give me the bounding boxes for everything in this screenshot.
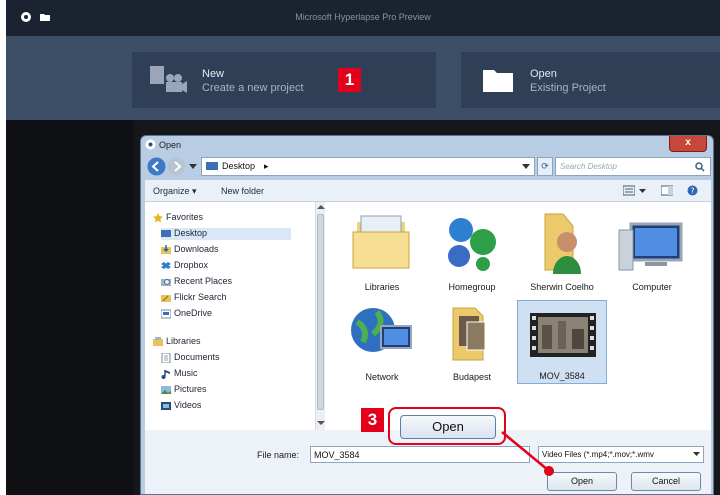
desktop-icon	[161, 230, 171, 237]
new-tile-subtitle: Create a new project	[202, 82, 304, 94]
app-left-panel	[6, 120, 134, 495]
file-name-label: File name:	[257, 450, 300, 460]
computer-icon	[618, 222, 683, 271]
open-tile-title: Open	[530, 68, 557, 80]
dialog-title: Open	[159, 140, 182, 150]
music-icon	[161, 370, 170, 379]
close-button[interactable]: x	[669, 136, 707, 152]
sidebar-item-label: Desktop	[174, 228, 208, 238]
downloads-icon	[161, 245, 171, 254]
onedrive-icon	[161, 309, 171, 319]
photo-folder-icon	[452, 307, 486, 361]
app-header: New Create a new project 1 Open Existing…	[6, 36, 720, 120]
preview-pane-icon[interactable]	[661, 185, 673, 196]
list-item-network[interactable]: Network	[337, 300, 427, 384]
step-badge-1: 1	[338, 68, 361, 92]
scroll-thumb[interactable]	[317, 214, 324, 410]
command-bar: Organize ▾ New folder ?	[145, 180, 711, 202]
videos-icon	[161, 402, 171, 410]
item-label: Budapest	[452, 372, 492, 382]
sidebar-item-label: Pictures	[174, 384, 207, 394]
pictures-icon	[161, 386, 171, 394]
cancel-button[interactable]: Cancel	[631, 472, 701, 491]
libraries-icon	[153, 337, 163, 346]
sidebar-item-label: Dropbox	[174, 260, 209, 270]
folder-open-icon	[483, 70, 513, 92]
dialog-app-icon	[145, 139, 156, 150]
view-dropdown-icon[interactable]	[639, 189, 646, 194]
search-placeholder: Search Desktop	[560, 162, 617, 171]
address-row: Desktop ▸ ⟳ Search Desktop	[145, 156, 711, 178]
item-label: Computer	[632, 282, 672, 292]
sidebar-item-label: Flickr Search	[174, 292, 227, 302]
recent-pages-icon[interactable]	[188, 163, 198, 171]
list-item-budapest[interactable]: Budapest	[427, 300, 517, 384]
flickr-folder-icon	[161, 295, 171, 302]
callout-pointer	[501, 431, 554, 476]
sidebar-item-desktop[interactable]: Desktop	[161, 228, 291, 240]
nav-favorites-label: Favorites	[166, 212, 204, 222]
documents-icon	[161, 353, 171, 363]
forward-icon[interactable]	[167, 157, 186, 176]
user-folder-icon	[544, 213, 581, 274]
app-titlebar: Microsoft Hyperlapse Pro Preview	[6, 0, 720, 36]
item-label: Libraries	[364, 282, 400, 292]
item-label: Sherwin Coelho	[530, 282, 594, 292]
address-dropdown-icon[interactable]	[522, 164, 530, 170]
address-arrow[interactable]: ▸	[264, 161, 269, 172]
sidebar-item-label: Videos	[174, 400, 202, 410]
refresh-button[interactable]: ⟳	[537, 157, 553, 176]
help-icon[interactable]: ?	[687, 185, 698, 196]
app-title: Microsoft Hyperlapse Pro Preview	[295, 12, 431, 22]
scroll-up-icon[interactable]	[317, 204, 325, 210]
recent-places-icon	[161, 279, 171, 286]
nav-libraries-label: Libraries	[166, 336, 201, 346]
address-bar[interactable]: Desktop ▸	[201, 157, 535, 176]
sidebar-item-label: Downloads	[174, 244, 219, 254]
item-label: MOV_3584	[539, 371, 585, 381]
view-options-icon[interactable]	[623, 185, 635, 196]
file-list-pane: Libraries Homegroup Sherwin Coelho Compu…	[325, 202, 711, 430]
sidebar-item-label: Music	[174, 368, 198, 378]
star-icon	[153, 213, 163, 223]
open-project-tile[interactable]: Open Existing Project	[461, 52, 720, 108]
search-icon	[695, 162, 705, 172]
address-text: Desktop	[222, 161, 256, 171]
sidebar-item-label: Recent Places	[174, 276, 233, 286]
homegroup-icon	[448, 218, 496, 271]
step-badge-3: 3	[361, 408, 384, 432]
libraries-folder-icon	[352, 215, 410, 269]
item-label: Network	[365, 372, 399, 382]
list-item-homegroup[interactable]: Homegroup	[427, 210, 517, 294]
network-icon	[351, 308, 412, 352]
dropbox-icon	[161, 262, 171, 269]
list-item-computer[interactable]: Computer	[607, 210, 697, 294]
back-icon[interactable]	[147, 157, 166, 176]
search-input[interactable]: Search Desktop	[555, 157, 711, 176]
new-tile-title: New	[202, 68, 225, 80]
file-name-field[interactable]: MOV_3584	[310, 446, 530, 463]
list-item-sherwin-coelho[interactable]: Sherwin Coelho	[517, 210, 607, 294]
list-item-libraries[interactable]: Libraries	[337, 210, 427, 294]
sidebar-item-label: Documents	[174, 352, 220, 362]
desktop-icon	[206, 162, 218, 170]
file-type-select[interactable]: Video Files (*.mp4;*.mov;*.wmv	[538, 446, 704, 463]
sidebar-item-label: OneDrive	[174, 308, 213, 318]
navigation-scrollbar[interactable]	[315, 202, 325, 430]
item-label: Homegroup	[448, 282, 496, 292]
new-project-tile[interactable]: New Create a new project 1	[132, 52, 436, 108]
new-folder-button[interactable]: New folder	[221, 186, 264, 196]
chevron-down-icon	[693, 452, 700, 456]
video-file-icon	[530, 313, 596, 357]
open-tile-subtitle: Existing Project	[530, 82, 606, 94]
organize-menu[interactable]: Organize ▾	[153, 186, 197, 197]
list-item-mov-3584[interactable]: MOV_3584	[517, 300, 607, 384]
svg-text:?: ?	[690, 187, 694, 196]
open-button-callout: Open	[388, 407, 506, 445]
callout-open-button[interactable]: Open	[400, 415, 496, 439]
scroll-down-icon[interactable]	[317, 420, 325, 426]
new-project-icon	[150, 66, 187, 93]
navigation-pane: Favorites Desktop Downloads Dropbox Rece…	[145, 202, 315, 430]
